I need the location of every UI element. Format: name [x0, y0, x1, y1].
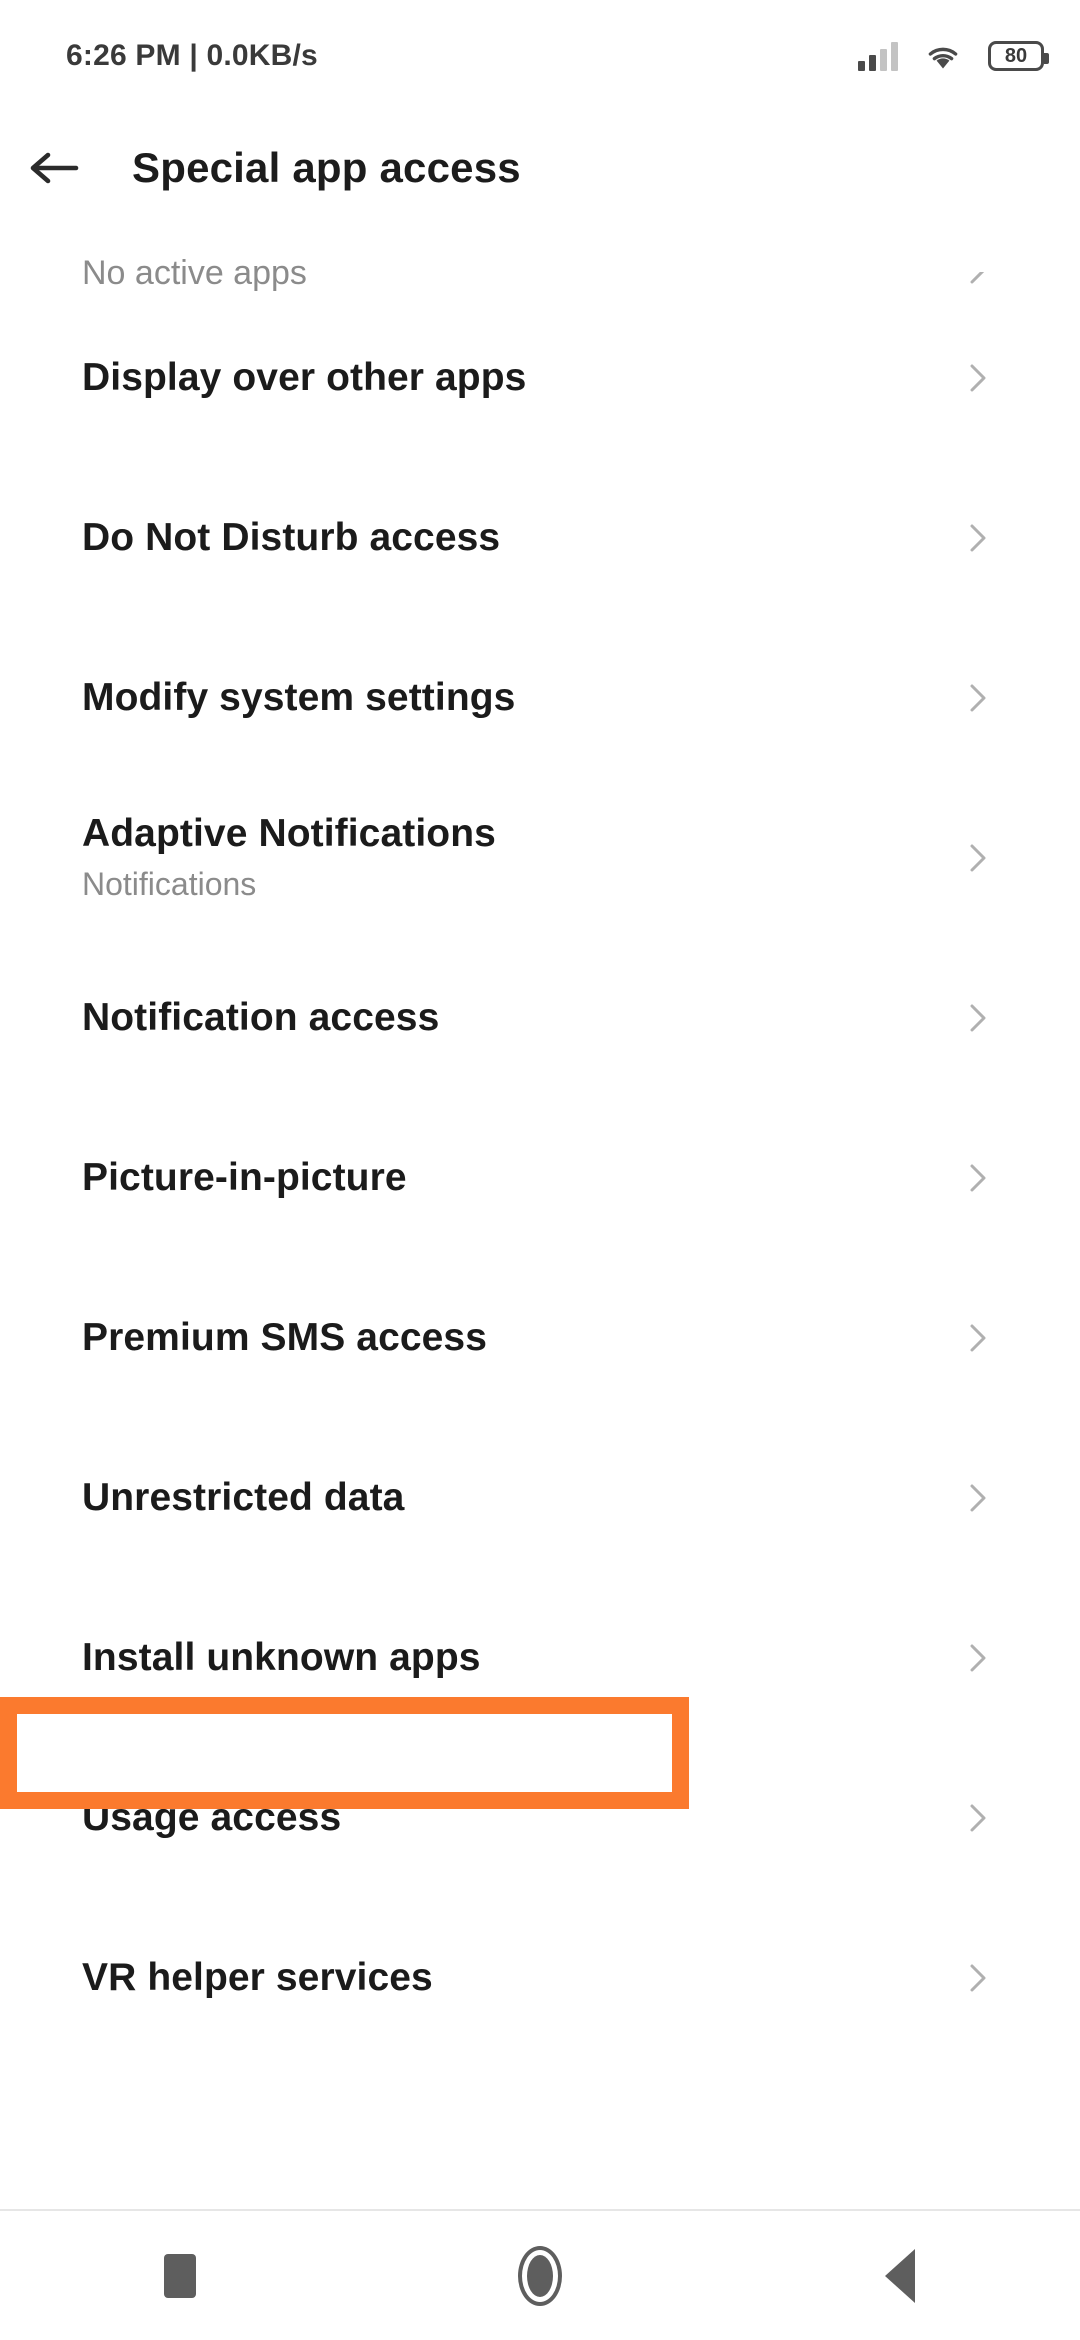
row-text: Unrestricted data [82, 1476, 404, 1521]
page-title: Special app access [132, 144, 521, 191]
list-item-picture-in-picture[interactable]: Picture-in-picture [0, 1098, 1080, 1258]
list-item-premium-sms-access[interactable]: Premium SMS access [0, 1258, 1080, 1418]
list-item-adaptive-notifications[interactable]: Adaptive Notifications Notifications [0, 778, 1080, 938]
row-title: Picture-in-picture [82, 1155, 407, 1199]
status-time-and-network-speed: 6:26 PM | 0.0KB/s [66, 39, 318, 72]
chevron-right-icon [958, 1958, 998, 1998]
row-title: Install unknown apps [82, 1635, 481, 1679]
list-item-modify-system-settings[interactable]: Modify system settings [0, 618, 1080, 778]
chevron-right-icon [958, 1318, 998, 1358]
square-recents-icon [164, 2253, 196, 2298]
row-text: Picture-in-picture [82, 1156, 407, 1201]
row-title: Notification access [82, 995, 440, 1039]
battery-level-text: 80 [1004, 45, 1028, 67]
page-header: Special app access [0, 112, 1080, 224]
chevron-right-icon [958, 518, 998, 558]
chevron-right-icon [958, 998, 998, 1038]
row-title: Do Not Disturb access [82, 515, 501, 559]
row-text: Display over other apps [82, 356, 526, 401]
chevron-right-icon [958, 1478, 998, 1518]
row-text: Install unknown apps [82, 1636, 481, 1681]
chevron-right-icon [958, 1798, 998, 1838]
row-text: Modify system settings [82, 676, 515, 721]
row-text: Adaptive Notifications Notifications [82, 812, 496, 904]
row-subtitle: No active apps [82, 254, 307, 292]
recents-button[interactable] [105, 2211, 255, 2340]
list-item-do-not-disturb-access[interactable]: Do Not Disturb access [0, 458, 1080, 618]
row-title: Adaptive Notifications [82, 812, 496, 856]
list-item-display-over-other-apps[interactable]: Display over other apps [0, 298, 1080, 458]
list-item-no-active-apps[interactable]: No active apps [0, 228, 1080, 298]
status-icons: 80 [858, 41, 1049, 71]
list-item-vr-helper-services[interactable]: VR helper services [0, 1898, 1080, 2058]
row-text: VR helper services [82, 1956, 433, 2001]
list-item-notification-access[interactable]: Notification access [0, 938, 1080, 1098]
row-title: Usage access [82, 1795, 342, 1839]
circle-home-icon [518, 2245, 562, 2306]
chevron-right-icon [958, 358, 998, 398]
chevron-right-icon [958, 1638, 998, 1678]
back-button[interactable] [0, 112, 110, 224]
back-nav-button[interactable] [825, 2211, 975, 2340]
signal-bars-icon [858, 41, 898, 71]
row-title: Premium SMS access [82, 1315, 488, 1359]
back-arrow-icon [30, 152, 79, 184]
row-title: Unrestricted data [82, 1475, 405, 1519]
wifi-icon [924, 41, 962, 71]
row-text: Do Not Disturb access [82, 516, 500, 561]
battery-icon: 80 [988, 41, 1049, 71]
chevron-right-icon [958, 678, 998, 718]
row-title: Display over other apps [82, 355, 527, 399]
chevron-right-icon [958, 838, 998, 878]
list-item-install-unknown-apps[interactable]: Install unknown apps [0, 1578, 1080, 1738]
row-title: Modify system settings [82, 675, 516, 719]
triangle-back-icon [885, 2248, 915, 2303]
chevron-right-icon [958, 1158, 998, 1198]
home-button[interactable] [465, 2211, 615, 2340]
row-subtitle: Notifications [82, 865, 257, 902]
special-app-access-list[interactable]: No active apps Display over other apps D… [0, 228, 1080, 2209]
row-text: Notification access [82, 996, 439, 1041]
system-navigation-bar [0, 2211, 1080, 2340]
list-item-usage-access[interactable]: Usage access [0, 1738, 1080, 1898]
row-text: Usage access [82, 1796, 341, 1841]
row-text: Premium SMS access [82, 1316, 487, 1361]
list-item-unrestricted-data[interactable]: Unrestricted data [0, 1418, 1080, 1578]
status-bar: 6:26 PM | 0.0KB/s 80 [0, 0, 1080, 112]
row-text: No active apps [82, 256, 307, 290]
row-title: VR helper services [82, 1955, 433, 1999]
chevron-right-icon [958, 272, 998, 290]
